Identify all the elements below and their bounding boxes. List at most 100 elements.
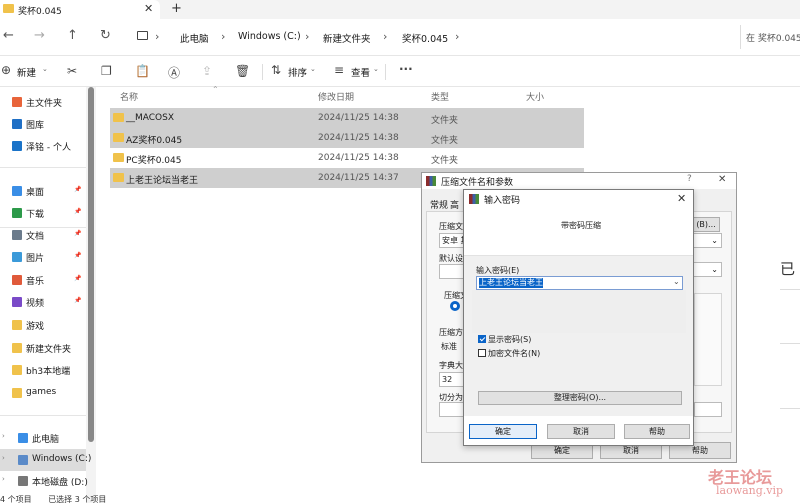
password-ok-button[interactable]: 确定 [469, 424, 537, 439]
compression-method-dropdown[interactable]: 标准 [441, 341, 457, 352]
file-row[interactable]: AZ奖杯0.045 2024/11/25 14:38 文件夹 [110, 128, 584, 148]
sidebar-item[interactable]: games [0, 382, 86, 404]
new-icon[interactable]: ⊕ [1, 63, 11, 77]
sidebar-item[interactable]: 音乐 📌 [0, 269, 86, 291]
cut-icon[interactable]: ✂ [67, 64, 77, 78]
view-button[interactable]: 查看 [351, 65, 370, 79]
breadcrumb-current[interactable]: 奖杯0.045 [402, 31, 448, 45]
column-date[interactable]: 修改日期 [318, 90, 354, 103]
file-row[interactable]: __MACOSX 2024/11/25 14:38 文件夹 [110, 108, 584, 128]
sidebar-item[interactable]: 主文件夹 [0, 91, 86, 113]
sidebar-item[interactable]: 桌面 📌 [0, 180, 86, 202]
tab-advanced[interactable]: 高 [450, 198, 459, 211]
password-dialog-title: 输入密码 [484, 196, 521, 206]
tab-general[interactable]: 常规 [430, 198, 448, 211]
folder-icon [113, 153, 124, 162]
back-icon[interactable]: ← [3, 28, 14, 43]
expand-chevron-icon[interactable]: › [2, 432, 5, 440]
password-help-button[interactable]: 帮助 [624, 424, 690, 439]
rename-icon[interactable]: Ⓐ [168, 64, 180, 81]
new-tab-button[interactable]: + [171, 1, 182, 16]
sidebar-item[interactable]: › 本地磁盘 (D:) [0, 470, 88, 492]
search-input[interactable]: 在 奖杯0.045 [740, 25, 800, 49]
gallery-icon [12, 119, 22, 129]
sidebar-item-label: 文档 [26, 232, 45, 242]
pin-icon[interactable]: 📌 [74, 230, 81, 237]
file-row[interactable]: PC奖杯0.045 2024/11/25 14:38 文件夹 [110, 148, 584, 168]
sort-button[interactable]: 排序 [288, 65, 307, 79]
close-icon[interactable]: ✕ [718, 174, 726, 185]
close-tab-icon[interactable]: ✕ [144, 2, 153, 15]
password-input[interactable]: 上老王论坛当老王 ⌄ [476, 276, 683, 290]
breadcrumb-new-folder[interactable]: 新建文件夹 [323, 31, 371, 45]
column-size[interactable]: 大小 [526, 90, 544, 103]
column-name[interactable]: 名称 [120, 90, 138, 103]
sidebar-item[interactable]: bh3本地端 [0, 359, 86, 381]
window-tab[interactable]: 奖杯0.045 ✕ [0, 0, 160, 19]
copy-icon[interactable]: ❐ [101, 64, 112, 78]
status-bar: 4 个项目 已选择 3 个项目 [0, 494, 106, 503]
up-icon[interactable]: ↑ [67, 28, 78, 43]
address-box[interactable]: › 此电脑 › Windows (C:) › 新建文件夹 › 奖杯0.045 › [131, 25, 731, 49]
pin-icon[interactable]: 📌 [74, 252, 81, 259]
password-dialog: 输入密码 ✕ 带密码压缩 输入密码(E) 上老王论坛当老王 ⌄ 显示密码(S) … [463, 189, 694, 446]
file-type: 文件夹 [431, 156, 459, 166]
sidebar-item-label: 图片 [26, 254, 45, 264]
organize-passwords-button[interactable]: 整理密码(O)... [478, 391, 682, 405]
show-password-checkbox[interactable] [478, 335, 486, 343]
sidebar-item[interactable]: 游戏 [0, 314, 86, 336]
sort-dropdown-icon[interactable]: ⌄ [310, 65, 316, 73]
profile-dropdown-arrow[interactable]: ⌄ [692, 262, 722, 277]
browse-button[interactable]: (B)... [692, 217, 720, 232]
column-type[interactable]: 类型 [431, 90, 449, 103]
sidebar-item[interactable]: › Windows (C:) [0, 449, 91, 471]
pin-icon[interactable]: 📌 [74, 275, 81, 282]
pin-icon[interactable]: 📌 [74, 186, 81, 193]
sidebar-item[interactable]: 图库 [0, 113, 86, 135]
new-dropdown-icon[interactable]: ⌄ [42, 65, 48, 73]
refresh-icon[interactable]: ↻ [100, 28, 111, 43]
breadcrumb-drive-c[interactable]: Windows (C:) [238, 31, 301, 42]
password-cancel-button[interactable]: 取消 [547, 424, 615, 439]
sidebar-item-label: 下载 [26, 210, 45, 220]
close-icon[interactable]: ✕ [677, 192, 686, 205]
password-spacer [472, 290, 686, 333]
share-icon[interactable]: ⇪ [202, 64, 212, 78]
view-icon[interactable]: ≡ [334, 63, 344, 77]
sidebar-item-label: 视频 [26, 299, 45, 309]
encrypt-filenames-label[interactable]: 加密文件名(N) [488, 348, 540, 359]
view-dropdown-icon[interactable]: ⌄ [373, 65, 379, 73]
paste-icon[interactable]: 📋 [135, 64, 150, 78]
password-field[interactable] [694, 402, 722, 417]
expand-chevron-icon[interactable]: › [2, 454, 5, 462]
winrar-icon [426, 176, 436, 186]
more-icon[interactable]: ··· [399, 62, 413, 76]
sidebar-item[interactable]: 泽铭 - 个人 [0, 135, 86, 157]
pin-icon[interactable]: 📌 [74, 208, 81, 215]
show-password-label[interactable]: 显示密码(S) [488, 334, 531, 345]
sidebar-item[interactable]: 图片 📌 [0, 246, 86, 268]
breadcrumb-this-pc[interactable]: 此电脑 [180, 31, 209, 45]
archive-name-dropdown[interactable]: ⌄ [692, 233, 722, 248]
sidebar-scrollbar[interactable] [88, 87, 94, 442]
encrypt-filenames-checkbox[interactable] [478, 349, 486, 357]
sidebar-item-label: 桌面 [26, 188, 45, 198]
sidebar-divider [0, 415, 86, 416]
format-radio[interactable] [450, 301, 460, 311]
sidebar-item[interactable]: 下载 📌 [0, 202, 86, 224]
forward-icon[interactable]: → [34, 28, 45, 43]
chevron-down-icon[interactable]: ⌄ [673, 277, 680, 286]
sort-icon[interactable]: ⇅ [271, 63, 281, 77]
file-date: 2024/11/25 14:38 [318, 113, 399, 123]
sidebar-item[interactable]: 视频 📌 [0, 291, 86, 313]
sidebar-item-label: 游戏 [26, 322, 45, 332]
help-icon[interactable]: ? [687, 174, 692, 184]
expand-chevron-icon[interactable]: › [2, 475, 5, 483]
folder-icon [113, 113, 124, 122]
pin-icon[interactable]: 📌 [74, 297, 81, 304]
sidebar-item[interactable]: 新建文件夹 [0, 337, 86, 359]
new-button[interactable]: 新建 [17, 65, 36, 79]
cloud-icon [12, 141, 22, 151]
delete-icon[interactable]: 🗑 [235, 64, 250, 78]
sidebar-item[interactable]: › 此电脑 [0, 427, 86, 449]
